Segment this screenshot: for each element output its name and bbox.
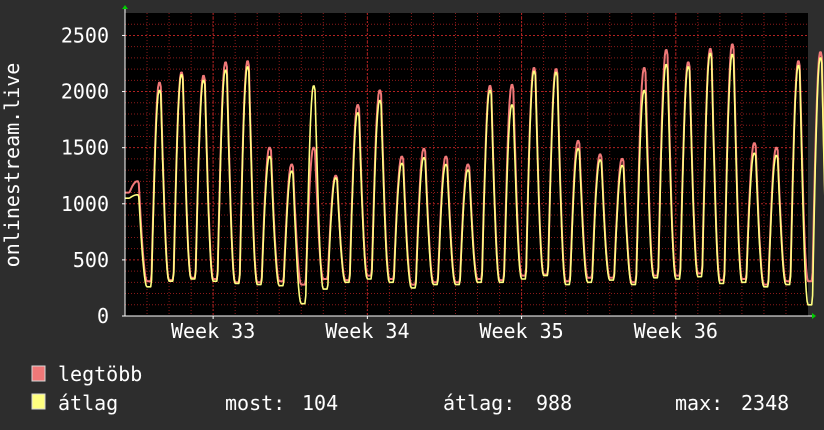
stat-max-value: 2348 xyxy=(741,391,789,415)
legend-swatch-legtobb xyxy=(31,365,46,382)
stat-atlag-value: 988 xyxy=(536,391,572,415)
y-tick-label: 0 xyxy=(97,304,109,328)
legend-label-legtobb: legtöbb xyxy=(58,362,142,386)
x-tick-label: Week 35 xyxy=(479,319,563,343)
stat-most-value: 104 xyxy=(302,391,338,415)
x-tick-label: Week 34 xyxy=(325,319,409,343)
stat-most-label: most: xyxy=(225,391,285,415)
y-tick-label: 1000 xyxy=(61,192,109,216)
stat-max-label: max: xyxy=(675,391,723,415)
y-tick-label: 2500 xyxy=(61,23,109,47)
x-tick-label: Week 33 xyxy=(171,319,255,343)
chart-root: 0 500 1000 1500 2000 2500 Week 33 Week 34 Week 3… xyxy=(0,0,824,430)
y-tick-label: 2000 xyxy=(61,80,109,104)
y-axis-label: onlinestream.live xyxy=(0,63,24,268)
x-tick-label: Week 36 xyxy=(634,319,718,343)
chart-svg: 0 500 1000 1500 2000 2500 Week 33 Week 34 Week 3… xyxy=(0,0,824,430)
y-tick-label: 500 xyxy=(73,248,109,272)
legend-label-atlag: átlag xyxy=(58,391,118,415)
legend-swatch-atlag xyxy=(31,393,46,410)
stat-atlag-label: átlag: xyxy=(443,391,515,415)
y-tick-label: 1500 xyxy=(61,136,109,160)
stats-row: most: 104 átlag: 988 max: 2348 xyxy=(225,391,789,415)
